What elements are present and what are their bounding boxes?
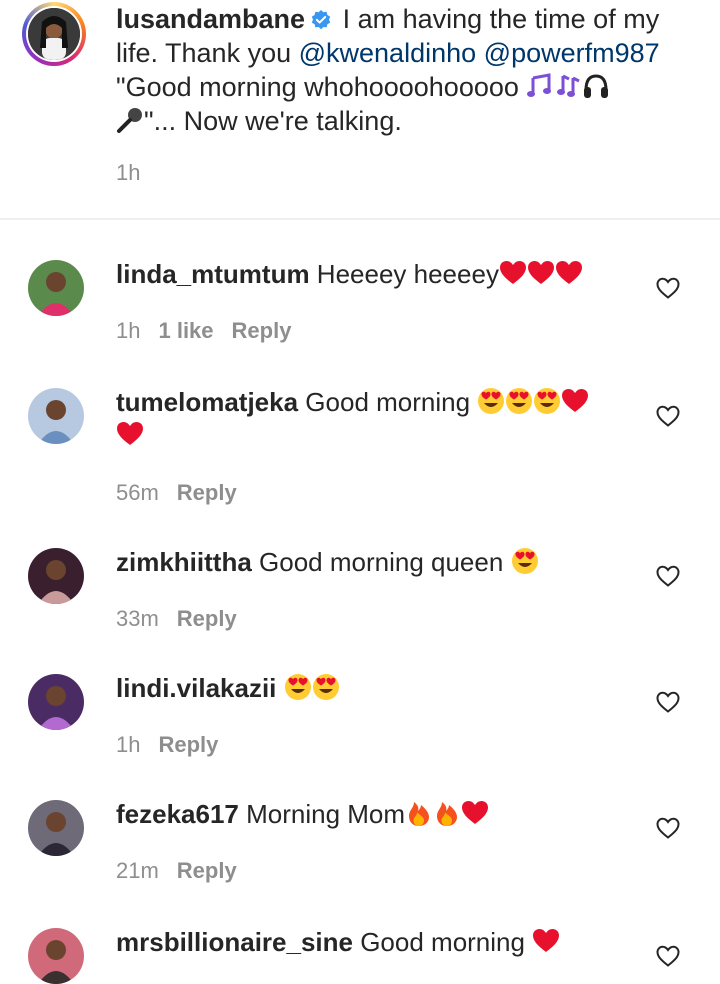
reply-button[interactable]: Reply: [177, 480, 237, 505]
comment-time: 1h: [116, 318, 141, 343]
headphones-icon: [582, 72, 610, 100]
comment-time: 33m: [116, 606, 159, 631]
post-caption: lusandambane I am having the time of my …: [0, 0, 720, 218]
comment-username[interactable]: lindi.vilakazii: [116, 673, 276, 703]
comment-text: zimkhiittha Good morning queen: [116, 546, 636, 579]
comment-time: 21m: [116, 858, 159, 883]
avatar[interactable]: [28, 548, 84, 604]
mention-link[interactable]: @powerfm987: [484, 38, 660, 68]
comment-username[interactable]: fezeka617: [116, 799, 239, 829]
comment-username[interactable]: tumelomatjeka: [116, 387, 298, 417]
comment-body: Morning Mom: [238, 799, 406, 829]
avatar[interactable]: [28, 8, 80, 60]
reply-button[interactable]: Reply: [177, 606, 237, 631]
avatar[interactable]: [28, 674, 84, 730]
comment-meta: 1h Reply: [116, 732, 236, 758]
red-heart-icon: [116, 420, 144, 448]
caption-body-2: "Good morning whohoooohooooo: [116, 72, 527, 102]
like-heart-icon[interactable]: [656, 405, 680, 427]
post-time: 1h: [116, 160, 141, 185]
heart-eyes-icon: [533, 387, 561, 415]
microphone-icon: [116, 106, 144, 134]
comment-text: lindi.vilakazii: [116, 672, 636, 705]
like-heart-icon[interactable]: [656, 691, 680, 713]
comment-time: 56m: [116, 480, 159, 505]
red-heart-icon: [499, 259, 527, 287]
fire-icon: [433, 799, 461, 827]
comment-text: fezeka617 Morning Mom: [116, 798, 636, 831]
comment-username[interactable]: linda_mtumtum: [116, 259, 310, 289]
comment-meta: 21m Reply: [116, 858, 255, 884]
like-heart-icon[interactable]: [656, 945, 680, 967]
red-heart-icon: [555, 259, 583, 287]
comment-username[interactable]: zimkhiittha: [116, 547, 252, 577]
avatar[interactable]: [28, 388, 84, 444]
comment-meta: 33m Reply: [116, 606, 255, 632]
red-heart-icon: [461, 799, 489, 827]
avatar[interactable]: [28, 260, 84, 316]
heart-eyes-icon: [477, 387, 505, 415]
comment-body: Good morning: [298, 387, 478, 417]
caption-body-3: "... Now we're talking.: [144, 106, 402, 136]
heart-eyes-icon: [312, 673, 340, 701]
comment-body: Heeeey heeeey: [309, 259, 499, 289]
comment-text: mrsbillionaire_sine Good morning: [116, 926, 636, 959]
comment-body: [276, 673, 283, 703]
musical-notes-icon: [526, 72, 554, 100]
reply-button[interactable]: Reply: [177, 858, 237, 883]
reply-button[interactable]: Reply: [232, 318, 292, 343]
mention-link[interactable]: @kwenaldinho: [299, 38, 477, 68]
avatar[interactable]: [28, 800, 84, 856]
heart-eyes-icon: [505, 387, 533, 415]
heart-eyes-icon: [511, 547, 539, 575]
notes-icon: [554, 72, 582, 100]
like-heart-icon[interactable]: [656, 817, 680, 839]
like-count[interactable]: 1 like: [158, 318, 213, 343]
avatar[interactable]: [28, 928, 84, 984]
divider: [0, 218, 720, 220]
comment-body: Good morning: [352, 927, 533, 957]
caption-text: lusandambane I am having the time of my …: [116, 2, 696, 138]
like-heart-icon[interactable]: [656, 565, 680, 587]
red-heart-icon: [561, 387, 589, 415]
comment-time: 1h: [116, 732, 141, 757]
story-ring[interactable]: [22, 2, 86, 66]
red-heart-icon: [527, 259, 555, 287]
comment-meta: 1h 1 like Reply: [116, 318, 309, 344]
comment-text: tumelomatjeka Good morning: [116, 386, 636, 452]
comment-meta: 56m Reply: [116, 480, 255, 506]
heart-eyes-icon: [284, 673, 312, 701]
fire-icon: [405, 799, 433, 827]
comment-username[interactable]: mrsbillionaire_sine: [116, 927, 353, 957]
red-heart-icon: [532, 927, 560, 955]
like-heart-icon[interactable]: [656, 277, 680, 299]
caption-username[interactable]: lusandambane: [116, 4, 305, 34]
verified-badge-icon: [311, 4, 331, 30]
reply-button[interactable]: Reply: [158, 732, 218, 757]
comment-body: Good morning queen: [251, 547, 511, 577]
comment-text: linda_mtumtum Heeeey heeeey: [116, 258, 636, 291]
